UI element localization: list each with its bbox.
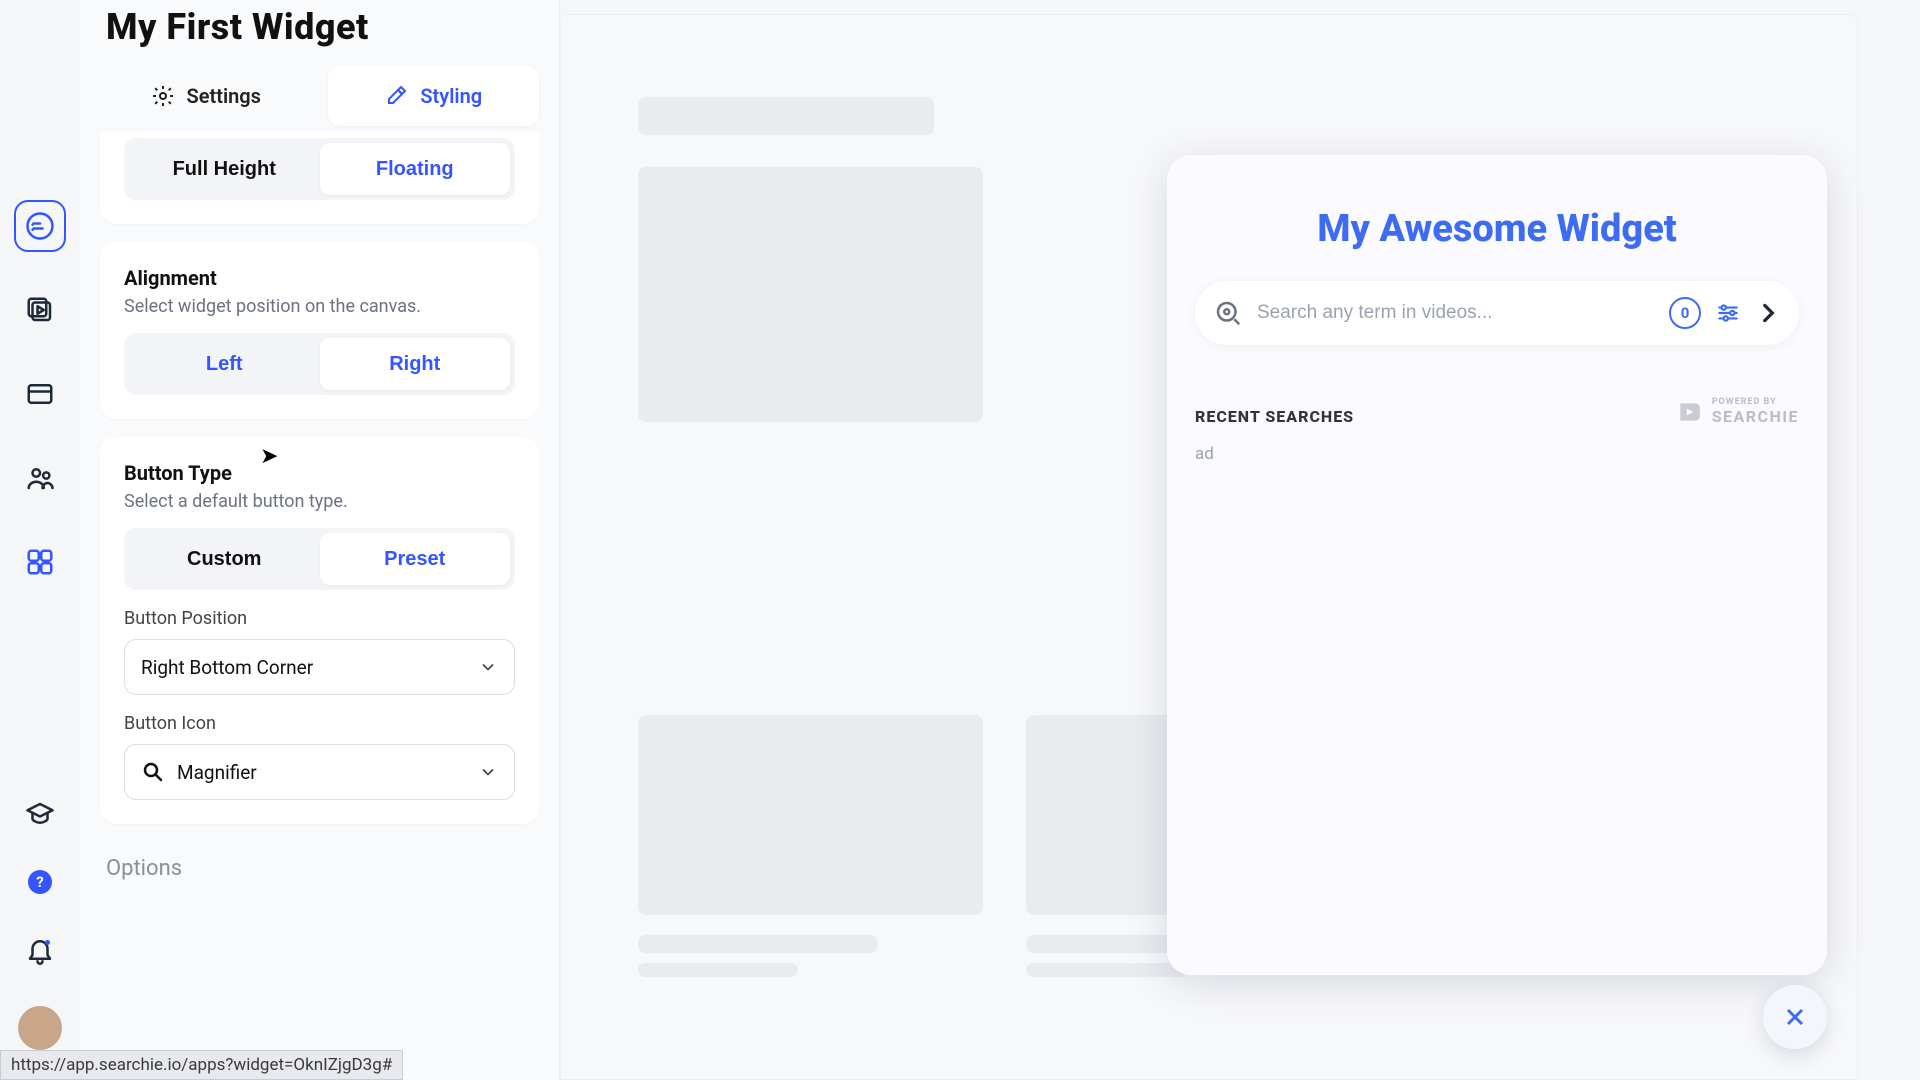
rail-users[interactable] <box>14 452 66 504</box>
tab-styling-label: Styling <box>420 84 482 108</box>
recent-row: RECENT SEARCHES POWERED BY SEARCHIE <box>1195 397 1799 426</box>
alignment-card: Alignment Select widget position on the … <box>100 242 539 419</box>
gear-icon <box>151 84 175 108</box>
height-card: Full Height Floating <box>100 132 539 224</box>
tabbar: Settings Styling <box>100 66 539 126</box>
preset-button[interactable]: Preset <box>320 533 511 585</box>
rail-checklist[interactable] <box>14 200 66 252</box>
button-icon-select[interactable]: Magnifier <box>124 744 515 800</box>
options-heading: Options <box>100 856 539 881</box>
rail-help[interactable]: ? <box>28 870 52 894</box>
rail-notifications[interactable] <box>14 924 66 976</box>
page-title: My First Widget <box>100 0 539 66</box>
height-full-button[interactable]: Full Height <box>129 143 320 195</box>
button-type-seg: Custom Preset <box>124 528 515 590</box>
alignment-left-button[interactable]: Left <box>129 338 320 390</box>
rail-bottom: ? <box>0 788 80 1050</box>
skeleton <box>638 935 878 953</box>
avatar[interactable] <box>18 1006 62 1050</box>
window-icon <box>25 379 55 409</box>
rail-apps[interactable] <box>14 536 66 588</box>
alignment-heading: Alignment <box>124 266 515 290</box>
powered-brand: SEARCHIE <box>1712 407 1799 426</box>
rail-learn[interactable] <box>14 788 66 840</box>
height-floating-button[interactable]: Floating <box>320 143 511 195</box>
media-icon <box>25 295 55 325</box>
preview-canvas: My Awesome Widget 0 RECENT SEARCHES POWE… <box>560 14 1858 1080</box>
settings-panel: My First Widget Settings Styling Full He… <box>80 0 560 1080</box>
height-seg: Full Height Floating <box>124 138 515 200</box>
chevron-down-icon <box>478 657 498 677</box>
recent-item[interactable]: ad <box>1195 444 1799 464</box>
alignment-desc: Select widget position on the canvas. <box>124 296 515 317</box>
skeleton <box>638 167 983 422</box>
result-count-badge: 0 <box>1669 297 1701 329</box>
magnifier-icon <box>141 760 165 784</box>
apps-icon <box>25 547 55 577</box>
widget-preview: My Awesome Widget 0 RECENT SEARCHES POWE… <box>1167 155 1827 975</box>
button-type-desc: Select a default button type. <box>124 491 515 512</box>
rail-window[interactable] <box>14 368 66 420</box>
button-icon-label: Button Icon <box>124 713 515 734</box>
skeleton <box>1026 963 1186 977</box>
search-target-icon <box>1213 298 1243 328</box>
bell-icon <box>25 935 55 965</box>
skeleton <box>638 97 934 135</box>
tab-settings-label: Settings <box>187 84 261 108</box>
alignment-right-button[interactable]: Right <box>320 338 511 390</box>
button-position-value: Right Bottom Corner <box>141 656 313 679</box>
skeleton <box>638 715 983 915</box>
graduation-icon <box>25 799 55 829</box>
left-rail: ? <box>0 0 80 1080</box>
button-type-card: Button Type Select a default button type… <box>100 437 539 824</box>
filters-icon[interactable] <box>1715 300 1741 326</box>
brush-icon <box>384 84 408 108</box>
rail-media[interactable] <box>14 284 66 336</box>
skeleton <box>638 963 798 977</box>
tab-settings[interactable]: Settings <box>100 66 312 126</box>
submit-arrow-icon[interactable] <box>1755 300 1781 326</box>
tab-styling[interactable]: Styling <box>328 66 540 126</box>
alignment-seg: Left Right <box>124 333 515 395</box>
recent-heading: RECENT SEARCHES <box>1195 407 1354 426</box>
button-position-select[interactable]: Right Bottom Corner <box>124 639 515 695</box>
search-bar[interactable]: 0 <box>1195 281 1799 345</box>
widget-title: My Awesome Widget <box>1195 207 1799 251</box>
chevron-down-icon <box>478 762 498 782</box>
button-position-label: Button Position <box>124 608 515 629</box>
button-type-heading: Button Type <box>124 461 515 485</box>
searchie-logo-icon <box>1676 399 1702 425</box>
checklist-icon <box>25 211 55 241</box>
button-icon-value: Magnifier <box>177 761 257 784</box>
users-icon <box>25 463 55 493</box>
powered-label: POWERED BY <box>1712 397 1799 407</box>
close-widget-button[interactable] <box>1763 985 1827 1049</box>
custom-button[interactable]: Custom <box>129 533 320 585</box>
powered-by: POWERED BY SEARCHIE <box>1676 397 1799 426</box>
close-icon <box>1781 1003 1809 1031</box>
search-input[interactable] <box>1257 302 1655 324</box>
status-url: https://app.searchie.io/apps?widget=OknI… <box>0 1050 403 1080</box>
